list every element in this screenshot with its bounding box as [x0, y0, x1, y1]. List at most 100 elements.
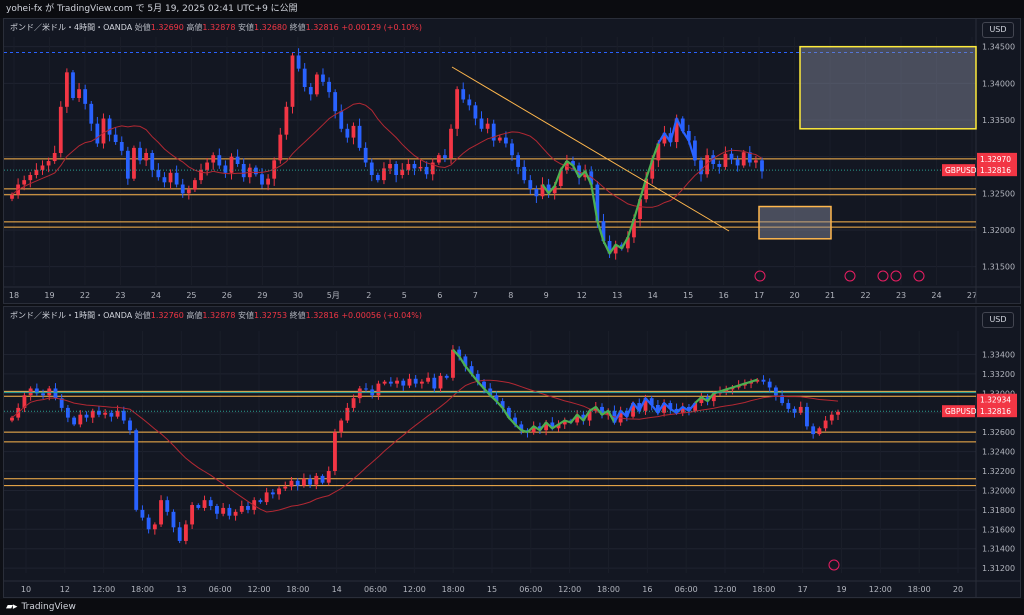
chart-pane-4h[interactable]: 1.345001.340001.335001.330001.325001.320…	[3, 18, 1021, 304]
candle-body	[162, 177, 167, 183]
candle-body	[699, 160, 703, 175]
x-tick-label: 06:00	[519, 585, 542, 594]
x-tick-label: 12	[60, 585, 70, 594]
candle-body	[235, 156, 240, 164]
currency-selector-1h[interactable]: USD	[982, 312, 1014, 328]
legend-open: 1.32760	[150, 311, 184, 320]
candle-body	[89, 103, 94, 124]
candle-body	[357, 125, 362, 148]
candle-body	[183, 524, 188, 541]
candle-body	[717, 164, 722, 167]
chart-canvas-1h[interactable]: 1.334001.332001.330001.328001.326001.324…	[4, 307, 1020, 597]
candle-body	[351, 125, 356, 138]
x-tick-label: 19	[44, 291, 54, 300]
price-tag-value: 1.32816	[980, 407, 1011, 416]
candle-body	[406, 164, 411, 170]
candle-body	[364, 388, 368, 390]
candle-body	[193, 180, 197, 190]
x-tick-label: 12:00	[403, 585, 426, 594]
candle-body	[761, 379, 766, 382]
candle-body	[46, 161, 51, 166]
candle-body	[196, 505, 201, 508]
y-tick-label: 1.31500	[982, 263, 1015, 272]
candle-body	[449, 128, 453, 159]
x-tick-label: 9	[544, 291, 549, 300]
currency-selector-4h[interactable]: USD	[982, 22, 1014, 38]
chart-canvas-4h[interactable]: 1.345001.340001.335001.330001.325001.320…	[4, 19, 1020, 303]
y-tick-label: 1.32400	[982, 448, 1015, 457]
candle-body	[278, 134, 283, 161]
candle-body	[266, 178, 270, 185]
candle-body	[314, 74, 319, 95]
candle-body	[394, 164, 399, 175]
candle-body	[239, 505, 244, 512]
x-tick-label: 24	[931, 291, 941, 300]
candle-body	[522, 166, 527, 181]
candle-body	[333, 92, 338, 112]
legend-high: 1.32878	[202, 23, 236, 32]
x-tick-label: 12:00	[92, 585, 115, 594]
x-tick-label: 7	[473, 291, 478, 300]
candle-body	[165, 500, 170, 512]
candle-body	[376, 383, 381, 396]
candle-body	[205, 162, 210, 170]
candle-body	[64, 72, 69, 107]
candle-body	[407, 378, 412, 386]
x-tick-label: 12:00	[869, 585, 892, 594]
x-tick-label: 13	[612, 291, 622, 300]
x-tick-label: 14	[648, 291, 658, 300]
x-tick-label: 18:00	[597, 585, 620, 594]
candle-body	[741, 152, 746, 166]
candle-body	[159, 500, 163, 525]
candle-body	[180, 184, 185, 194]
candle-body	[320, 475, 325, 483]
candle-body	[217, 155, 222, 166]
candle-body	[388, 164, 392, 169]
legend-close-label: 終値	[289, 23, 306, 32]
x-tick-label: 5月	[327, 291, 340, 300]
candle-body	[829, 414, 834, 421]
candle-body	[388, 381, 393, 384]
candle-body	[53, 388, 58, 399]
x-tick-label: 25	[186, 291, 196, 300]
candle-body	[233, 511, 238, 516]
candle-body	[113, 134, 118, 142]
x-tick-label: 06:00	[209, 585, 232, 594]
candle-body	[10, 417, 14, 421]
symbol-tag-label: GBPUSD	[945, 407, 977, 416]
candle-body	[109, 412, 114, 417]
candle-body	[419, 381, 424, 384]
candle-body	[107, 118, 112, 135]
candle-body	[270, 492, 275, 495]
candle-body	[132, 147, 136, 179]
x-tick-label: 30	[293, 291, 303, 300]
candle-body	[241, 164, 246, 178]
price-tag-value: 1.32970	[980, 155, 1011, 164]
candle-body	[308, 87, 313, 95]
candle-body	[321, 74, 325, 82]
candle-body	[146, 517, 151, 530]
candle-body	[190, 505, 195, 525]
candle-body	[314, 475, 319, 485]
candle-body	[418, 166, 423, 169]
x-tick-label: 6	[437, 291, 442, 300]
x-tick-label: 16	[642, 585, 652, 594]
candle-body	[150, 153, 155, 170]
candle-body	[290, 55, 295, 107]
y-tick-label: 1.33500	[982, 116, 1015, 125]
candle-body	[426, 377, 431, 382]
candle-body	[339, 111, 344, 129]
candle-body	[357, 388, 362, 399]
y-tick-label: 1.31600	[982, 525, 1015, 534]
symbol-tag-label: GBPUSD	[945, 166, 977, 175]
candle-body	[289, 480, 294, 487]
x-tick-label: 21	[825, 291, 835, 300]
x-tick-label: 18	[9, 291, 19, 300]
candle-body	[22, 180, 27, 185]
x-tick-label: 13	[176, 585, 186, 594]
supply-zone-box	[799, 45, 977, 130]
x-tick-label: 5	[402, 291, 407, 300]
chart-pane-1h[interactable]: 1.334001.332001.330001.328001.326001.324…	[3, 306, 1021, 598]
candle-body	[254, 167, 258, 175]
x-tick-label: 18:00	[752, 585, 775, 594]
